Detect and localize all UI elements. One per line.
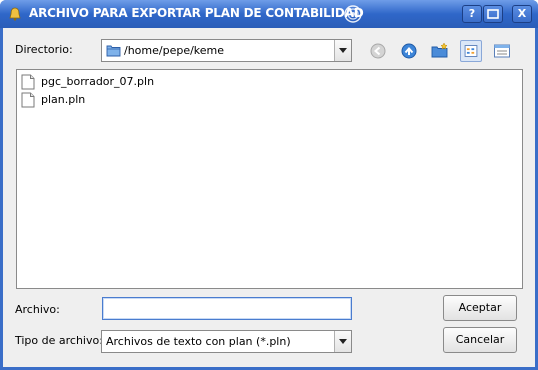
folder-icon xyxy=(106,45,121,57)
new-folder-icon[interactable] xyxy=(429,40,451,62)
list-view-icon[interactable] xyxy=(460,40,482,62)
maximize-icon xyxy=(487,9,499,19)
back-icon[interactable] xyxy=(367,40,389,62)
maximize-button[interactable] xyxy=(483,5,503,23)
document-icon xyxy=(21,92,35,108)
help-button[interactable]: ? xyxy=(462,5,482,23)
cancel-button[interactable]: Cancelar xyxy=(443,327,517,353)
chevron-down-icon[interactable] xyxy=(334,331,351,352)
close-button[interactable]: X xyxy=(512,5,532,23)
detail-view-icon[interactable] xyxy=(491,40,513,62)
directory-combo[interactable]: /home/pepe/keme xyxy=(101,39,352,62)
filetype-label: Tipo de archivo: xyxy=(15,334,103,347)
app-bell-icon xyxy=(9,7,21,21)
window-title: ARCHIVO PARA EXPORTAR PLAN DE CONTABILID… xyxy=(29,6,364,20)
accept-button[interactable]: Aceptar xyxy=(443,295,517,321)
directory-path: /home/pepe/keme xyxy=(124,44,225,57)
up-icon[interactable] xyxy=(398,40,420,62)
chevron-down-icon[interactable] xyxy=(334,40,351,61)
file-list[interactable]: pgc_borrador_07.pln plan.pln xyxy=(16,69,523,289)
title-bar[interactable]: ARCHIVO PARA EXPORTAR PLAN DE CONTABILID… xyxy=(0,0,538,28)
file-name: plan.pln xyxy=(41,93,86,106)
dialog-window: ARCHIVO PARA EXPORTAR PLAN DE CONTABILID… xyxy=(0,0,538,370)
filetype-select[interactable]: Archivos de texto con plan (*.pln) xyxy=(101,330,352,353)
filetype-value: Archivos de texto con plan (*.pln) xyxy=(106,335,291,348)
filename-input[interactable] xyxy=(102,297,352,320)
file-name: pgc_borrador_07.pln xyxy=(41,75,155,88)
spiral-logo-icon xyxy=(344,5,362,23)
directory-label: Directorio: xyxy=(15,43,73,56)
document-icon xyxy=(21,74,35,90)
filename-label: Archivo: xyxy=(15,303,60,316)
dialog-body: Directorio: /home/pepe/keme pgc_borrador… xyxy=(3,28,535,367)
